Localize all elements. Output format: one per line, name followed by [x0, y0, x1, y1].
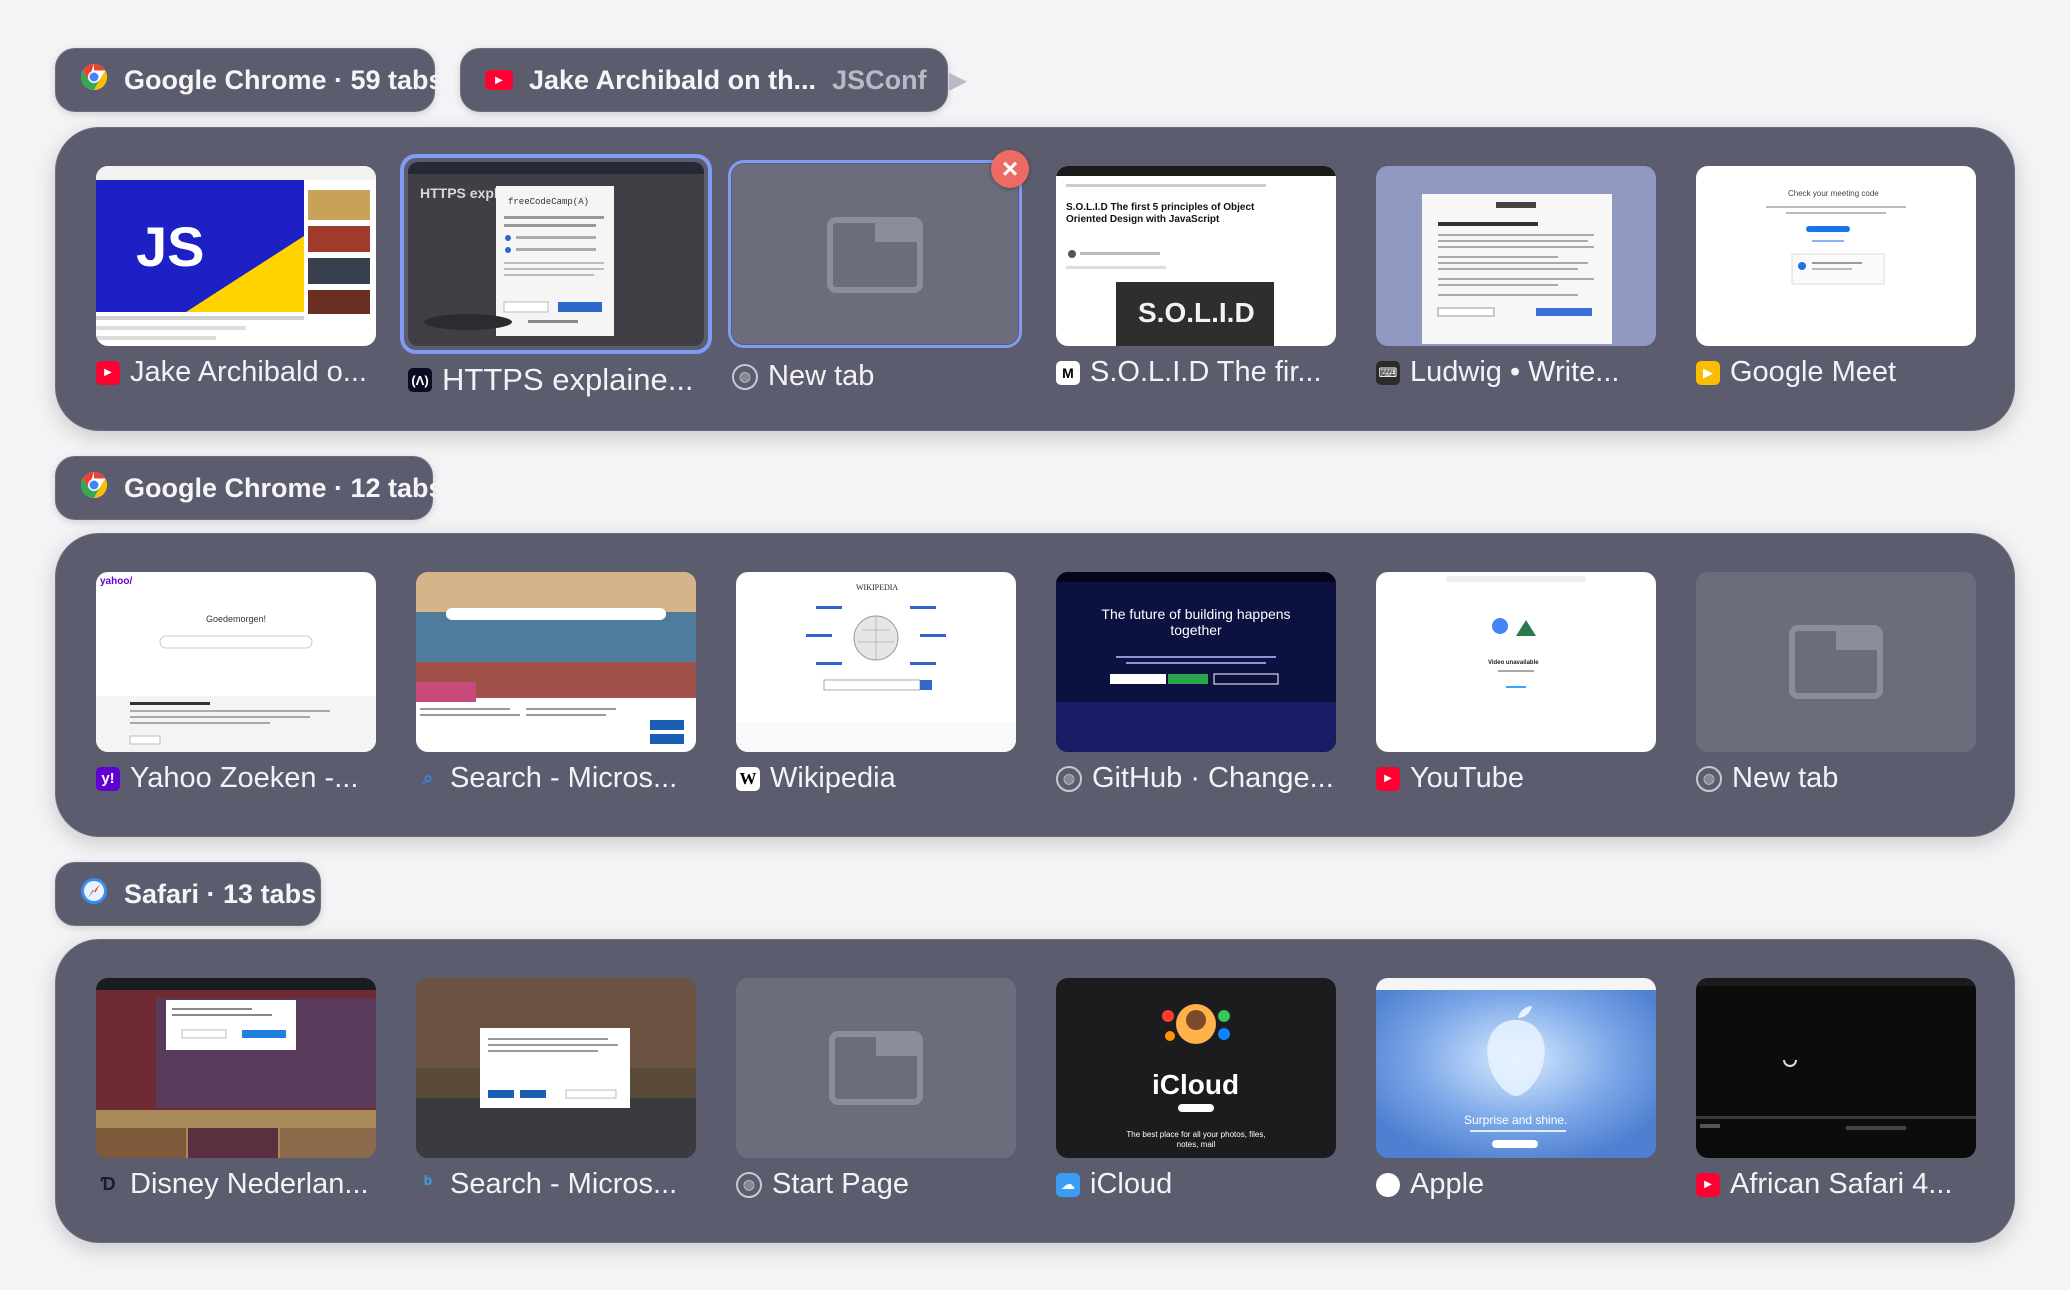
tab-thumbnail [1376, 166, 1656, 346]
apple-icon [1376, 1172, 1400, 1197]
icloud-icon: ☁ [1056, 1172, 1080, 1197]
tab-label: Apple [1376, 1168, 1696, 1201]
media-title: Jake Archibald on th... [529, 64, 817, 95]
tab-label: y! Yahoo Zoeken -... [96, 762, 416, 795]
tab-label: (Λ) HTTPS explaine... [408, 362, 728, 398]
window-group-chrome-59-tabs: JS ▶ Jake Archibald o... HTTPS expl free… [55, 127, 2015, 431]
solid-banner-text: S.O.L.I.D [1138, 297, 1255, 328]
tab-label: W Wikipedia [736, 762, 1056, 795]
window-group-safari-13-tabs: Ɗ Disney Nederlan... ᵇ Search - Micros..… [55, 939, 2015, 1243]
tab-label: ▶ Google Meet [1696, 356, 2016, 389]
window-title-chrome-2[interactable]: Google Chrome · 12 tabs [55, 456, 444, 520]
youtube-icon: ▶ [1376, 766, 1400, 791]
window-title: Safari · 13 tabs [124, 878, 317, 909]
youtube-video-state-text: Video unavailable [1488, 660, 1539, 666]
disney-icon: Ɗ [100, 1174, 116, 1194]
chrome-icon [80, 471, 108, 506]
tab-label: ▶ YouTube [1376, 762, 1696, 795]
wikipedia-icon: W [736, 766, 760, 791]
tab-thumbnail [1696, 572, 1976, 752]
freecodecamp-dialog-text: freeCodeCamp(A) [508, 197, 589, 207]
meet-heading-text: Check your meeting code [1788, 189, 1879, 198]
freecodecamp-icon: (Λ) [408, 368, 432, 392]
play-icon[interactable]: ▶ [949, 66, 967, 95]
tab-label: ◍ Start Page [736, 1168, 1056, 1201]
bing-icon: ᵇ [424, 1173, 432, 1195]
window-group-chrome-12-tabs: yahoo/ Goedemorgen! y! Yahoo Zoeken -... [55, 533, 2015, 837]
globe-icon: ◍ [732, 363, 758, 390]
tab-label: ◍ New tab [732, 360, 1052, 393]
tab-label: ◍ GitHub · Change... [1056, 762, 1376, 795]
apple-tagline-text: Surprise and shine. [1464, 1113, 1567, 1127]
tab-thumbnail [1696, 978, 1976, 1158]
icloud-title-text: iCloud [1152, 1069, 1239, 1100]
tab-thumbnail: The future of building happens together [1056, 572, 1336, 752]
yahoo-greeting-text: Goedemorgen! [206, 614, 266, 624]
tab-thumbnail [416, 572, 696, 752]
tab-thumbnail: S.O.L.I.D The first 5 principles of Obje… [1056, 166, 1336, 346]
js-logo-text: JS [136, 215, 205, 278]
tab-thumbnail: Video unavailable [1376, 572, 1656, 752]
tab-thumbnail: JS [96, 166, 376, 346]
media-source: JSConf [832, 64, 927, 95]
tab-thumbnail: iCloud The best place for all your photo… [1056, 978, 1336, 1158]
window-title-safari[interactable]: Safari · 13 tabs [55, 862, 321, 926]
solid-article-title: S.O.L.I.D The first 5 principles of Obje… [1066, 202, 1255, 225]
tab-thumbnail [96, 978, 376, 1158]
window-title-chrome-1[interactable]: Google Chrome · 59 tabs [55, 48, 444, 112]
youtube-icon: ▶ [96, 360, 120, 385]
tab-label: ⌨ Ludwig • Write... [1376, 356, 1696, 389]
tab-thumbnail [732, 164, 1018, 344]
chrome-icon [80, 63, 108, 98]
youtube-icon: ▶ [485, 70, 513, 90]
tab-label: Ɗ Disney Nederlan... [96, 1168, 416, 1201]
tab-label: ☁ iCloud [1056, 1168, 1376, 1201]
media-now-playing-pill[interactable]: ▶ Jake Archibald on th... JSConf ▶ [460, 48, 967, 112]
globe-icon: ◍ [1696, 765, 1722, 792]
tab-thumbnail [736, 978, 1016, 1158]
tab-thumbnail: WIKIPEDIA [736, 572, 1016, 752]
globe-icon: ◍ [1056, 765, 1082, 792]
window-title: Google Chrome · 12 tabs [124, 472, 444, 503]
search-icon: ⌕ [422, 768, 434, 788]
tab-thumbnail [416, 978, 696, 1158]
tab-thumbnail: HTTPS expl freeCodeCamp(A) [408, 162, 704, 346]
github-headline: The future of building happens together [1101, 606, 1291, 638]
tab-label: M S.O.L.I.D The fir... [1056, 356, 1376, 389]
window-title: Google Chrome · 59 tabs [124, 64, 444, 95]
medium-icon: M [1056, 360, 1080, 385]
yahoo-logo-text: yahoo/ [100, 576, 132, 587]
tab-label: ◍ New tab [1696, 762, 2016, 795]
tab-label: ⌕ Search - Micros... [416, 762, 736, 795]
safari-icon [80, 877, 108, 912]
youtube-icon: ▶ [1696, 1172, 1720, 1197]
tab-label: ᵇ Search - Micros... [416, 1168, 736, 1201]
tab-thumbnail: yahoo/ Goedemorgen! [96, 572, 376, 752]
https-heading-text: HTTPS expl [420, 185, 498, 201]
close-tab-button[interactable]: × [991, 150, 1029, 188]
yahoo-icon: y! [96, 766, 120, 791]
tab-label: ▶ African Safari 4... [1696, 1168, 2016, 1201]
google-meet-icon: ▶ [1696, 360, 1720, 385]
tab-thumbnail: Check your meeting code [1696, 166, 1976, 346]
tab-label: ▶ Jake Archibald o... [96, 356, 416, 389]
typewriter-icon: ⌨ [1376, 360, 1400, 385]
icloud-tagline: The best place for all your photos, file… [1126, 1130, 1266, 1149]
wikipedia-title-text: WIKIPEDIA [856, 583, 898, 592]
tab-thumbnail: Surprise and shine. [1376, 978, 1656, 1158]
globe-icon: ◍ [736, 1171, 762, 1198]
